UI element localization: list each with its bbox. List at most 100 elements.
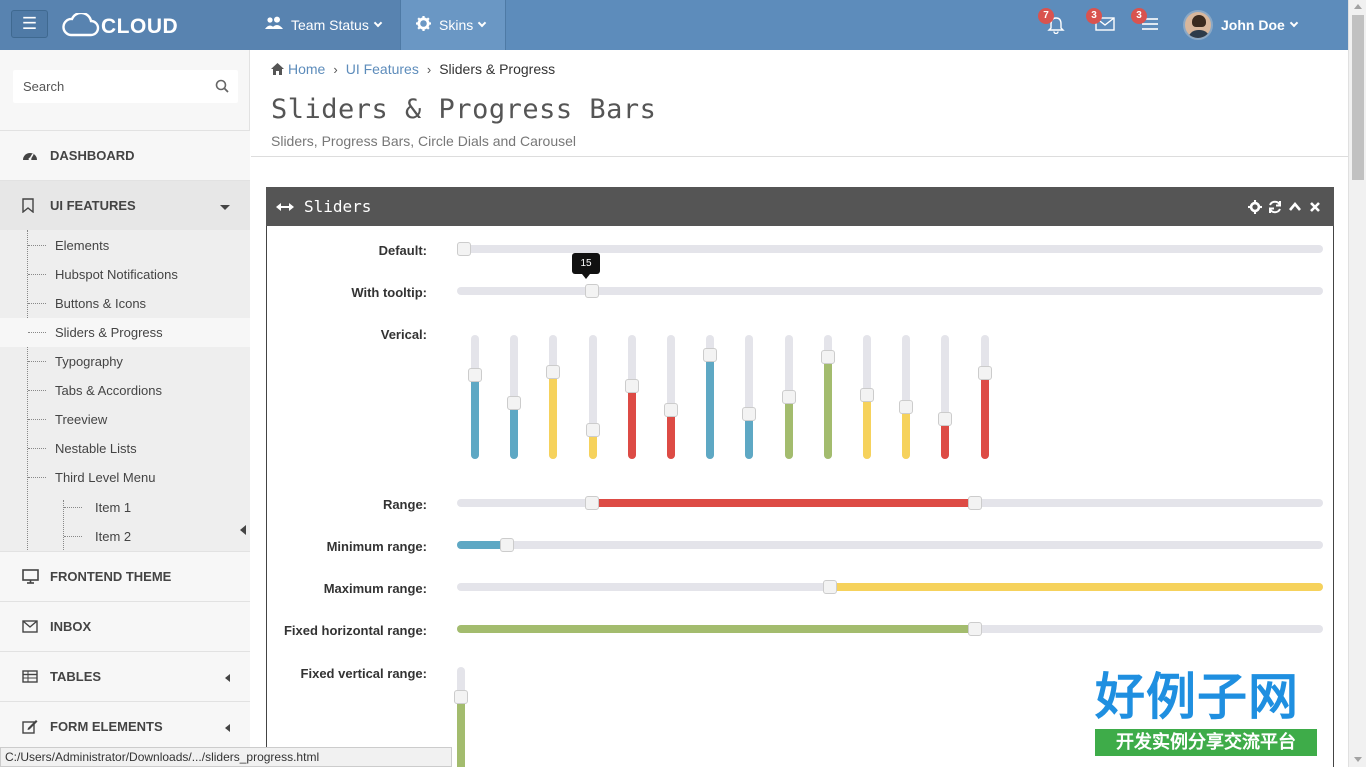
watermark-sub-text: 开发实例分享交流平台 bbox=[1095, 729, 1317, 756]
close-icon[interactable] bbox=[1308, 200, 1322, 214]
notifications-button[interactable]: 7 bbox=[1038, 8, 1071, 40]
slider-handle[interactable] bbox=[968, 622, 983, 636]
submenu-item-buttons-icons[interactable]: Buttons & Icons bbox=[0, 289, 250, 318]
sidebar-item-frontend-theme[interactable]: FRONTEND THEME bbox=[0, 551, 250, 601]
sidebar-item-tables[interactable]: TABLES bbox=[0, 651, 250, 701]
edit-icon bbox=[22, 719, 40, 734]
vertical-slider-fill bbox=[823, 357, 832, 459]
user-menu[interactable]: John Doe bbox=[1183, 8, 1299, 42]
breadcrumb-current: Sliders & Progress bbox=[439, 61, 556, 77]
submenu-item-tabs-accordions[interactable]: Tabs & Accordions bbox=[0, 376, 250, 405]
vertical-slider-fill bbox=[667, 410, 675, 459]
slider-handle[interactable] bbox=[624, 379, 639, 393]
default-slider[interactable] bbox=[457, 242, 1323, 256]
tooltip-slider[interactable] bbox=[457, 284, 1323, 298]
slider-handle[interactable] bbox=[546, 364, 561, 379]
gear-icon[interactable] bbox=[1248, 200, 1262, 214]
maximum-range-slider[interactable] bbox=[457, 580, 1323, 594]
vertical-slider[interactable] bbox=[938, 335, 953, 459]
submenu-item-sliders-progress[interactable]: Sliders & Progress bbox=[0, 318, 250, 347]
bookmark-icon bbox=[22, 198, 40, 213]
submenu-item-hubspot-notifications[interactable]: Hubspot Notifications bbox=[0, 260, 250, 289]
panel-header: Sliders bbox=[266, 187, 1334, 226]
slider-handle[interactable] bbox=[468, 368, 482, 382]
home-icon bbox=[271, 63, 284, 75]
slider-handle[interactable] bbox=[977, 365, 992, 380]
scrollbar-thumb[interactable] bbox=[1352, 15, 1364, 180]
slider-handle[interactable] bbox=[585, 423, 600, 437]
scroll-up-arrow-icon[interactable] bbox=[1354, 4, 1362, 9]
slider-label-range: Range: bbox=[382, 497, 427, 512]
slider-handle[interactable] bbox=[664, 403, 678, 418]
slider-handle-max[interactable] bbox=[968, 496, 983, 510]
vertical-slider[interactable] bbox=[899, 335, 914, 459]
submenu-item-third-level-menu[interactable]: Third Level Menu bbox=[0, 463, 250, 492]
slider-handle[interactable] bbox=[860, 387, 874, 402]
vertical-slider[interactable] bbox=[742, 335, 757, 459]
tasks-button[interactable]: 3 bbox=[1131, 8, 1164, 40]
page-scrollbar[interactable] bbox=[1348, 0, 1366, 767]
refresh-icon[interactable] bbox=[1268, 200, 1282, 214]
submenu-item-treeview[interactable]: Treeview bbox=[0, 405, 250, 434]
minimum-range-slider[interactable] bbox=[457, 538, 1323, 552]
sidebar-toggle-button[interactable]: ☰ bbox=[11, 10, 48, 38]
vertical-slider[interactable] bbox=[781, 335, 796, 459]
slider-handle[interactable] bbox=[507, 395, 522, 410]
fixed-horizontal-slider[interactable] bbox=[457, 622, 1323, 636]
skins-menu[interactable]: Skins bbox=[401, 0, 506, 50]
submenu-item-nestable-lists[interactable]: Nestable Lists bbox=[0, 434, 250, 463]
vertical-slider-fill bbox=[863, 394, 871, 459]
main-content: Home › UI Features › Sliders & Progress … bbox=[251, 50, 1348, 767]
slider-handle[interactable] bbox=[938, 412, 953, 426]
search-icon[interactable] bbox=[215, 79, 229, 96]
user-name: John Doe bbox=[1221, 17, 1285, 33]
slider-handle[interactable] bbox=[454, 690, 468, 705]
sidebar-item-inbox[interactable]: INBOX bbox=[0, 601, 250, 651]
divider bbox=[251, 156, 1348, 157]
range-fill bbox=[457, 625, 976, 633]
range-slider[interactable] bbox=[457, 496, 1323, 510]
submenu-item-typography[interactable]: Typography bbox=[0, 347, 250, 376]
vertical-slider[interactable] bbox=[468, 335, 482, 459]
vertical-slider-fill bbox=[980, 372, 989, 459]
vertical-slider-fill bbox=[471, 375, 479, 459]
sidebar-item-form-elements[interactable]: FORM ELEMENTS bbox=[0, 701, 250, 751]
search-input[interactable]: Search bbox=[13, 70, 238, 103]
submenu-item-item-2[interactable]: Item 2 bbox=[0, 522, 250, 551]
submenu-item-elements[interactable]: Elements bbox=[0, 231, 250, 260]
team-status-menu[interactable]: Team Status bbox=[250, 0, 401, 50]
vertical-slider[interactable] bbox=[703, 335, 718, 459]
slider-handle-min[interactable] bbox=[584, 496, 599, 510]
breadcrumb-home-link[interactable]: Home bbox=[288, 61, 325, 77]
range-fill bbox=[830, 583, 1323, 591]
slider-handle[interactable] bbox=[899, 399, 914, 414]
slider-handle[interactable] bbox=[584, 284, 599, 298]
scroll-down-arrow-icon[interactable] bbox=[1354, 757, 1362, 762]
vertical-slider[interactable] bbox=[664, 335, 678, 459]
range-fill bbox=[591, 499, 976, 507]
slider-handle[interactable] bbox=[742, 406, 757, 421]
sidebar-item-label: FORM ELEMENTS bbox=[50, 719, 163, 734]
slider-handle[interactable] bbox=[457, 242, 471, 256]
vertical-slider[interactable] bbox=[507, 335, 522, 459]
vertical-slider[interactable] bbox=[977, 335, 992, 459]
slider-handle[interactable] bbox=[781, 390, 796, 404]
panel-tools bbox=[1248, 200, 1322, 214]
slider-handle[interactable] bbox=[499, 538, 514, 552]
sidebar-item-dashboard[interactable]: DASHBOARD bbox=[0, 130, 250, 180]
sidebar-item-ui-features[interactable]: UI FEATURES bbox=[0, 180, 250, 230]
fixed-vertical-slider[interactable] bbox=[454, 667, 468, 767]
vertical-slider[interactable] bbox=[624, 335, 639, 459]
brand-logo[interactable]: CLOUD bbox=[62, 10, 178, 40]
submenu-item-item-1[interactable]: Item 1 bbox=[0, 493, 250, 522]
breadcrumb-section-link[interactable]: UI Features bbox=[346, 61, 419, 77]
chevron-up-icon[interactable] bbox=[1288, 200, 1302, 214]
messages-button[interactable]: 3 bbox=[1086, 8, 1119, 40]
slider-handle[interactable] bbox=[820, 350, 835, 365]
vertical-slider[interactable] bbox=[820, 335, 835, 459]
vertical-slider[interactable] bbox=[546, 335, 561, 459]
vertical-slider[interactable] bbox=[585, 335, 600, 459]
vertical-slider[interactable] bbox=[860, 335, 874, 459]
slider-handle[interactable] bbox=[703, 348, 718, 363]
slider-handle[interactable] bbox=[823, 580, 838, 594]
